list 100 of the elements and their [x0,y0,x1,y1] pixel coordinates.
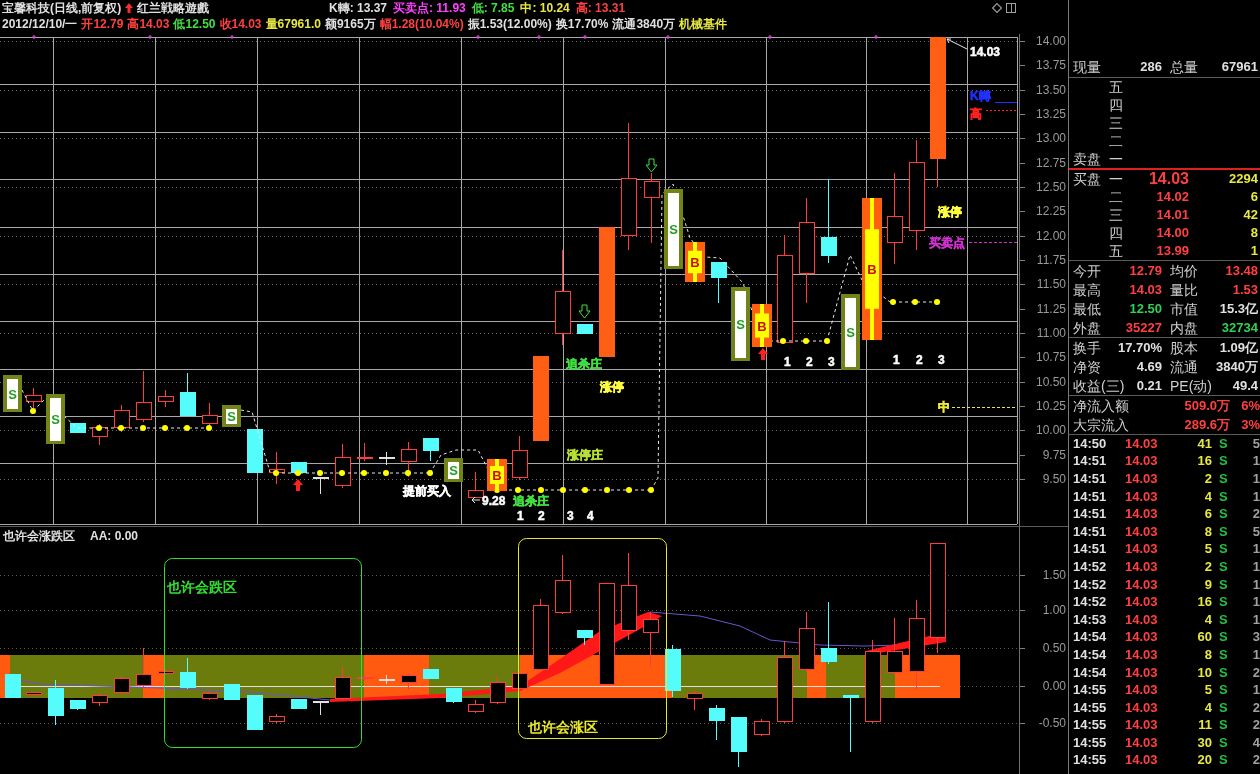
quote-field: 振1.53(12.00%) [467,17,552,31]
indicator-reading: K轉: 13.37 [329,1,388,15]
tick-price: 14.03 [1125,523,1158,540]
sell-signal-marker: S [444,458,463,482]
level-label: 买卖点 [929,236,965,250]
price-label: 12.50 [1035,180,1066,194]
level-label: 四 [1109,225,1124,241]
tick-side: S [1219,435,1228,452]
field-value: 32734 [1221,319,1258,336]
tick-volume: 11 [1198,717,1212,734]
field-label: 量比 [1170,281,1198,298]
price-label: 11.75 [1036,252,1066,267]
tick-count: 2 [1252,717,1260,734]
field-value: 14.03 [1129,281,1162,298]
tick-time: 14:54 [1073,664,1107,681]
chart-annotation: 涨停庄 [567,448,603,462]
tick-volume: 5 [1204,682,1212,699]
price-label: 11.25 [1036,301,1066,316]
quote-field: 2012/12/10/一 [2,17,78,31]
level-label: 高 [970,107,982,121]
price-label: 12.25 [1035,204,1066,219]
quote-field: 收14.03 [219,17,262,31]
field-share: 3% [1241,416,1260,433]
tick-price: 14.03 [1125,594,1158,611]
axis-label: 0.00 [1042,679,1066,693]
diamond-icon[interactable] [992,3,1002,13]
tick-price: 14.03 [1125,558,1158,575]
bid-price: 14.00 [1156,225,1189,241]
quote-field: 流通3840万 [612,17,676,31]
tick-time: 14:52 [1073,558,1107,575]
tick-price: 14.03 [1125,699,1158,716]
tick-side: S [1219,699,1228,716]
chart-annotation: 涨停 [938,205,962,219]
field-label: 外盘 [1073,319,1101,336]
tick-price: 14.03 [1125,488,1158,505]
field-value: 67961 [1221,59,1258,75]
tick-count: 5 [1252,523,1260,540]
tick-count: 1 [1252,471,1260,487]
sell-signal-marker: S [841,294,860,370]
price-label: 10.75 [1035,350,1066,365]
tick-count: 1 [1252,594,1260,611]
tick-side: S [1219,541,1228,558]
level-label: 二 [1109,133,1124,149]
tick-time: 14:50 [1073,435,1107,452]
level-label: 五 [1109,79,1124,95]
field-value: 509.0万 [1184,397,1230,414]
field-value: 12.79 [1129,262,1162,279]
indicator-reading: 高: 13.31 [575,1,626,15]
tick-time: 14:52 [1073,576,1107,593]
field-label: 收益(三) [1073,377,1125,394]
quote-field: 量67961.0 [265,17,321,31]
chart-annotation: 9.28 [482,494,506,508]
formula-name: 红兰戦略遊戲 [137,1,210,15]
tick-price: 14.03 [1125,435,1158,452]
price-label: 13.50 [1035,82,1066,97]
chart-annotation: 2 [806,355,813,369]
field-label: 总量 [1170,59,1198,75]
indicator-reading: 低: 7.85 [471,1,515,15]
field-value: 13.48 [1225,262,1258,279]
quote-field: 额9165万 [324,17,376,31]
axis-label: -0.50 [1038,716,1066,730]
tick-count: 2 [1252,506,1260,523]
axis-label: 0.50 [1042,641,1066,655]
chart-title: 宝馨科技(日线,前复权) [2,1,122,15]
field-label: 最低 [1073,300,1101,317]
tick-count: 1 [1252,611,1260,628]
tick-side: S [1219,734,1228,751]
tick-time: 14:55 [1073,717,1107,734]
split-view-icon[interactable] [1006,3,1016,13]
quote-field: 开12.79 [81,17,124,31]
tick-side: S [1219,576,1228,593]
field-label: 净流入额 [1073,397,1130,414]
field-label: 大宗流入 [1073,416,1130,433]
chart-annotation: 涨停 [600,380,624,394]
bid-volume: 42 [1243,207,1258,223]
tick-count: 1 [1252,453,1260,470]
tick-count: 5 [1252,435,1260,452]
tick-price: 14.03 [1125,506,1158,523]
tick-side: S [1219,717,1228,734]
tick-volume: 8 [1204,646,1212,663]
price-label: 13.25 [1035,107,1066,121]
tick-time: 14:54 [1073,646,1107,663]
zone-label: 也许会涨区 [528,719,598,735]
tick-time: 14:51 [1073,453,1107,470]
level-label: K轉 [970,89,991,103]
field-value: 35227 [1125,319,1162,336]
field-value: 1.53 [1232,281,1258,298]
field-value: 3840万 [1216,358,1258,375]
tick-volume: 8 [1204,523,1212,540]
level-label: 一 [1109,171,1124,187]
indicator-value: AA: 0.00 [90,529,139,543]
tick-time: 14:52 [1073,594,1107,611]
tick-count: 1 [1252,541,1260,558]
up-arrow-icon [125,3,134,13]
chart-annotation: 14.03 [970,45,1001,59]
level-label: 一 [1109,151,1124,167]
level-label: 五 [1109,243,1124,259]
price-label: 9.75 [1042,447,1066,462]
axis-label: 1.00 [1042,603,1066,617]
chart-annotation: 4 [587,509,594,523]
